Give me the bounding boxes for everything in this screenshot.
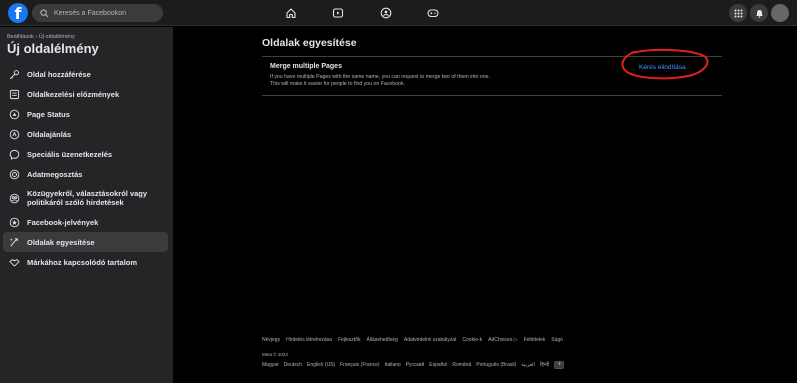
- sidebar-item-branded-content[interactable]: Márkához kapcsolódó tartalom: [3, 252, 168, 272]
- more-languages-button[interactable]: +: [554, 361, 565, 369]
- settings-sidebar: Beállítások › Új oldalélmény Új oldalélm…: [0, 27, 173, 383]
- copyright: Meta © 2024: [262, 352, 288, 357]
- megaphone-people-icon: [8, 192, 20, 204]
- language-link[interactable]: العربية: [521, 362, 535, 368]
- card-description: If you have multiple Pages with the same…: [270, 74, 600, 88]
- language-link[interactable]: Română: [452, 362, 471, 368]
- facebook-logo[interactable]: f: [8, 3, 28, 23]
- sidebar-title: Új oldalélmény: [7, 41, 99, 56]
- watch-icon[interactable]: [330, 5, 346, 21]
- sidebar-item-page-status[interactable]: Page Status: [3, 104, 168, 124]
- language-link[interactable]: Français (France): [340, 362, 379, 368]
- sidebar-item-page-recommendation[interactable]: Oldalajánlás: [3, 124, 168, 144]
- key-icon: [8, 68, 20, 80]
- footer-link[interactable]: AdChoices ▷: [488, 337, 517, 343]
- groups-icon[interactable]: [378, 5, 394, 21]
- handshake-icon: [8, 256, 20, 268]
- language-link[interactable]: English (US): [307, 362, 335, 368]
- data-share-icon: [8, 168, 20, 180]
- footer-link[interactable]: Adatvédelmi szabályzat: [404, 337, 457, 343]
- sidebar-item-advanced-messaging[interactable]: Speciális üzenetkezelés: [3, 144, 168, 164]
- language-link[interactable]: Magyar: [262, 362, 279, 368]
- message-bubble-icon: [8, 148, 20, 160]
- search-icon: [40, 8, 49, 17]
- sidebar-item-page-management-history[interactable]: Oldalkezelési előzmények: [3, 84, 168, 104]
- badge-star-icon: [8, 216, 20, 228]
- card-title: Merge multiple Pages: [270, 63, 342, 70]
- menu-grid-icon[interactable]: [729, 4, 747, 22]
- profile-avatar[interactable]: [771, 4, 789, 22]
- gaming-icon[interactable]: [425, 5, 441, 21]
- language-link[interactable]: Italiano: [385, 362, 401, 368]
- sidebar-item-page-access[interactable]: Oldal hozzáférése: [3, 64, 168, 84]
- merge-icon: [8, 236, 20, 248]
- footer-link[interactable]: Állásehetőség: [366, 337, 397, 343]
- footer-links: Névjegy Hirdetés létrehozása Fejlesztők …: [262, 337, 732, 343]
- sidebar-item-merge-pages[interactable]: Oldalak egyesítése: [3, 232, 168, 252]
- footer: Névjegy Hirdetés létrehozása Fejlesztők …: [262, 337, 732, 369]
- card-description-line: If you have multiple Pages with the same…: [270, 74, 491, 80]
- notifications-bell-icon[interactable]: [750, 4, 768, 22]
- search-placeholder: Keresés a Facebookon: [54, 9, 126, 17]
- language-link[interactable]: Deutsch: [284, 362, 302, 368]
- breadcrumb[interactable]: Beállítások › Új oldalélmény: [7, 34, 75, 40]
- footer-link[interactable]: Fejlesztők: [338, 337, 361, 343]
- home-icon[interactable]: [283, 5, 299, 21]
- language-link[interactable]: Русский: [406, 362, 425, 368]
- recommend-icon: [8, 128, 20, 140]
- sidebar-item-data-sharing[interactable]: Adatmegosztás: [3, 164, 168, 184]
- history-list-icon: [8, 88, 20, 100]
- sidebar-item-facebook-badges[interactable]: Facebook-jelvények: [3, 212, 168, 232]
- language-link[interactable]: Português (Brasil): [476, 362, 516, 368]
- footer-link[interactable]: Cookie-k: [462, 337, 482, 343]
- status-icon: [8, 108, 20, 120]
- footer-link[interactable]: Névjegy: [262, 337, 280, 343]
- top-navigation-bar: f Keresés a Facebookon: [0, 0, 797, 26]
- language-link[interactable]: Español: [429, 362, 447, 368]
- footer-link[interactable]: Súgó: [551, 337, 563, 343]
- sidebar-item-political-ads[interactable]: Közügyekről, választásokról vagy politik…: [3, 184, 168, 212]
- language-list: Magyar Deutsch English (US) Français (Fr…: [262, 361, 732, 369]
- footer-link[interactable]: Feltételek: [524, 337, 546, 343]
- page-title: Oldalak egyesítése: [262, 37, 357, 49]
- language-link[interactable]: हिन्दी: [540, 362, 549, 368]
- sidebar-menu: Oldal hozzáférése Oldalkezelési előzmény…: [3, 64, 168, 272]
- search-input[interactable]: Keresés a Facebookon: [32, 4, 163, 22]
- card-description-line: This will make it easier for people to f…: [270, 81, 405, 87]
- red-annotation-circle: [621, 48, 709, 80]
- footer-link[interactable]: Hirdetés létrehozása: [286, 337, 332, 343]
